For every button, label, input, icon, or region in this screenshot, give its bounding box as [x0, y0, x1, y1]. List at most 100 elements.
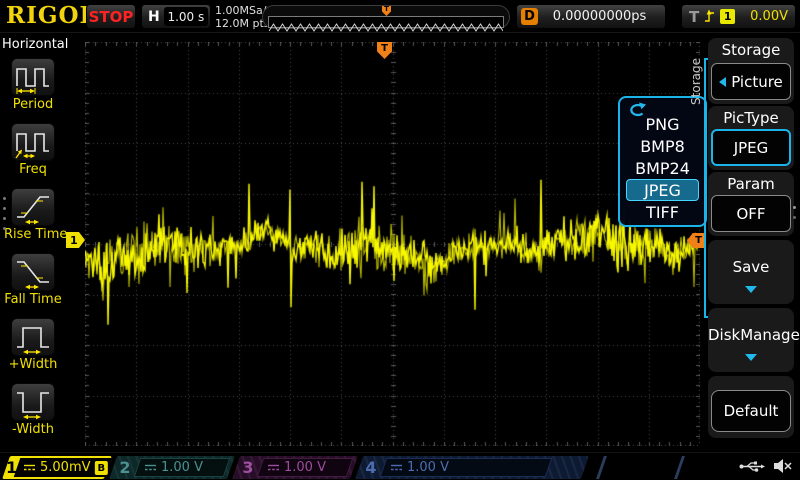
- dc-coupling-icon: [23, 463, 36, 472]
- popup-option-jpeg[interactable]: JPEG: [626, 179, 699, 201]
- horizontal-timebase-indicator: H 1.00 s: [141, 4, 211, 29]
- bar-divider: [596, 456, 607, 479]
- diskmanage-button-label: DiskManage: [708, 308, 794, 344]
- param-section-label: Param: [708, 172, 794, 193]
- rise-time-icon: [11, 188, 55, 226]
- channel-4-scale-box: 1.00 V: [380, 458, 553, 477]
- preview-trigger-marker[interactable]: T: [382, 6, 391, 16]
- diskmanage-section[interactable]: DiskManage: [708, 308, 794, 372]
- menu-item-minus-width[interactable]: -Width: [4, 383, 62, 437]
- bar-divider: [674, 456, 685, 479]
- menu-item-fall-time[interactable]: Fall Time: [4, 253, 62, 307]
- default-section: Default: [708, 376, 794, 438]
- param-section: Param OFF: [708, 172, 794, 236]
- channel-4-tab[interactable]: 4 1.00 V: [355, 456, 589, 479]
- channel-1-scale: 5.00mV: [40, 460, 91, 475]
- menu-tab-outline: [704, 58, 706, 318]
- channel-3-tab[interactable]: 3 1.00 V: [232, 456, 358, 479]
- channel-2-scale-box: 1.00 V: [134, 458, 231, 477]
- channel-2-tab[interactable]: 2 1.00 V: [109, 456, 235, 479]
- channel-2-scale: 1.00 V: [161, 460, 203, 475]
- trigger-source-badge: 1: [720, 9, 735, 24]
- storage-section-label: Storage: [708, 38, 794, 59]
- trigger-level-value: 0.00V: [740, 9, 788, 24]
- storage-type-button[interactable]: Picture: [711, 63, 791, 100]
- menu-page-dot: [3, 207, 6, 210]
- menu-tab-label: Storage: [689, 58, 703, 105]
- channel-3-scale-box: 1.00 V: [257, 458, 354, 477]
- period-icon: [11, 58, 55, 96]
- dc-coupling-icon: [144, 463, 157, 472]
- pictype-options: PNG BMP8 BMP24 JPEG TIFF: [620, 113, 705, 223]
- bandwidth-limit-badge: B: [95, 461, 108, 475]
- channel-3-number: 3: [236, 458, 260, 477]
- menu-page-dot: [3, 217, 6, 220]
- channel-4-number: 4: [359, 458, 383, 477]
- timebase-value: 1.00 s: [164, 7, 208, 26]
- top-status-bar: RIGOL STOP H 1.00 s 1.00MSa/s 12.0M pts …: [0, 0, 800, 33]
- channel-3-scale: 1.00 V: [284, 460, 326, 475]
- storage-type-value: Picture: [731, 73, 783, 91]
- menu-item-plus-width[interactable]: +Width: [4, 318, 62, 372]
- channel-4-scale: 1.00 V: [407, 460, 449, 475]
- right-soft-menu: Storage Picture PicType JPEG Param OFF S…: [708, 36, 798, 480]
- preview-waveform: [269, 22, 503, 32]
- run-state-indicator: STOP: [86, 4, 136, 29]
- preview-window: [268, 16, 504, 28]
- trigger-edge-icon: [704, 9, 715, 24]
- pictype-section-label: PicType: [708, 106, 794, 127]
- popup-option-tiff[interactable]: TIFF: [626, 201, 699, 223]
- dc-coupling-icon: [267, 463, 280, 472]
- trigger-label: T: [689, 8, 699, 26]
- channel-1-number: 1: [6, 458, 17, 477]
- save-section[interactable]: Save: [708, 240, 794, 304]
- param-value: OFF: [736, 205, 765, 223]
- trigger-indicator: T 1 0.00V: [681, 4, 796, 29]
- param-button[interactable]: OFF: [711, 195, 791, 232]
- menu-page-dot: [793, 206, 796, 209]
- pictype-section: PicType JPEG: [708, 106, 794, 170]
- save-button-label: Save: [708, 240, 794, 276]
- rigol-logo: RIGOL: [6, 2, 97, 29]
- channel-2-number: 2: [113, 458, 137, 477]
- left-menu-title: Horizontal: [2, 37, 68, 52]
- minus-width-icon: [11, 383, 55, 421]
- oscilloscope-screen: RIGOL STOP H 1.00 s 1.00MSa/s 12.0M pts …: [0, 0, 800, 480]
- popup-option-bmp8[interactable]: BMP8: [626, 135, 699, 157]
- status-icons: [739, 458, 792, 474]
- menu-page-dot: [793, 216, 796, 219]
- speaker-muted-icon: [773, 458, 792, 474]
- channel-status-bar: 1 5.00mV B 2 1.00 V 3: [0, 452, 800, 480]
- left-measure-menu: Horizontal Period: [0, 33, 64, 452]
- chevron-down-icon: [745, 354, 757, 361]
- channel-1-scale-box: 5.00mV B: [14, 458, 117, 477]
- default-button-label: Default: [724, 402, 779, 420]
- default-button[interactable]: Default: [711, 390, 791, 432]
- horizontal-label: H: [142, 9, 164, 25]
- fall-time-icon: [11, 253, 55, 291]
- chevron-down-icon: [745, 286, 757, 293]
- channel-1-tab[interactable]: 1 5.00mV B: [2, 456, 112, 479]
- plus-width-icon: [11, 318, 55, 356]
- menu-item-freq[interactable]: Freq: [4, 123, 62, 177]
- delay-indicator: D 0.00000000ps: [516, 4, 666, 29]
- freq-icon: [11, 123, 55, 161]
- channel1-level-marker[interactable]: 1: [66, 232, 85, 248]
- waveform-preview-bar: T: [262, 5, 510, 29]
- popup-option-bmp24[interactable]: BMP24: [626, 157, 699, 179]
- chevron-left-icon: [719, 77, 726, 87]
- delay-value: 0.00000000ps: [538, 9, 661, 24]
- delay-badge: D: [521, 8, 538, 25]
- waveform-display: [85, 42, 700, 446]
- pictype-popup: PNG BMP8 BMP24 JPEG TIFF: [618, 96, 707, 227]
- pictype-button[interactable]: JPEG: [711, 129, 791, 166]
- menu-item-rise-time[interactable]: Rise Time: [4, 188, 62, 242]
- menu-page-dot: [3, 197, 6, 200]
- popup-option-png[interactable]: PNG: [626, 113, 699, 135]
- usb-icon: [739, 460, 765, 473]
- dc-coupling-icon: [390, 463, 403, 472]
- menu-item-period[interactable]: Period: [4, 58, 62, 112]
- run-state-label: STOP: [89, 8, 134, 26]
- menu-page-dot: [3, 227, 6, 230]
- pictype-value: JPEG: [734, 139, 769, 157]
